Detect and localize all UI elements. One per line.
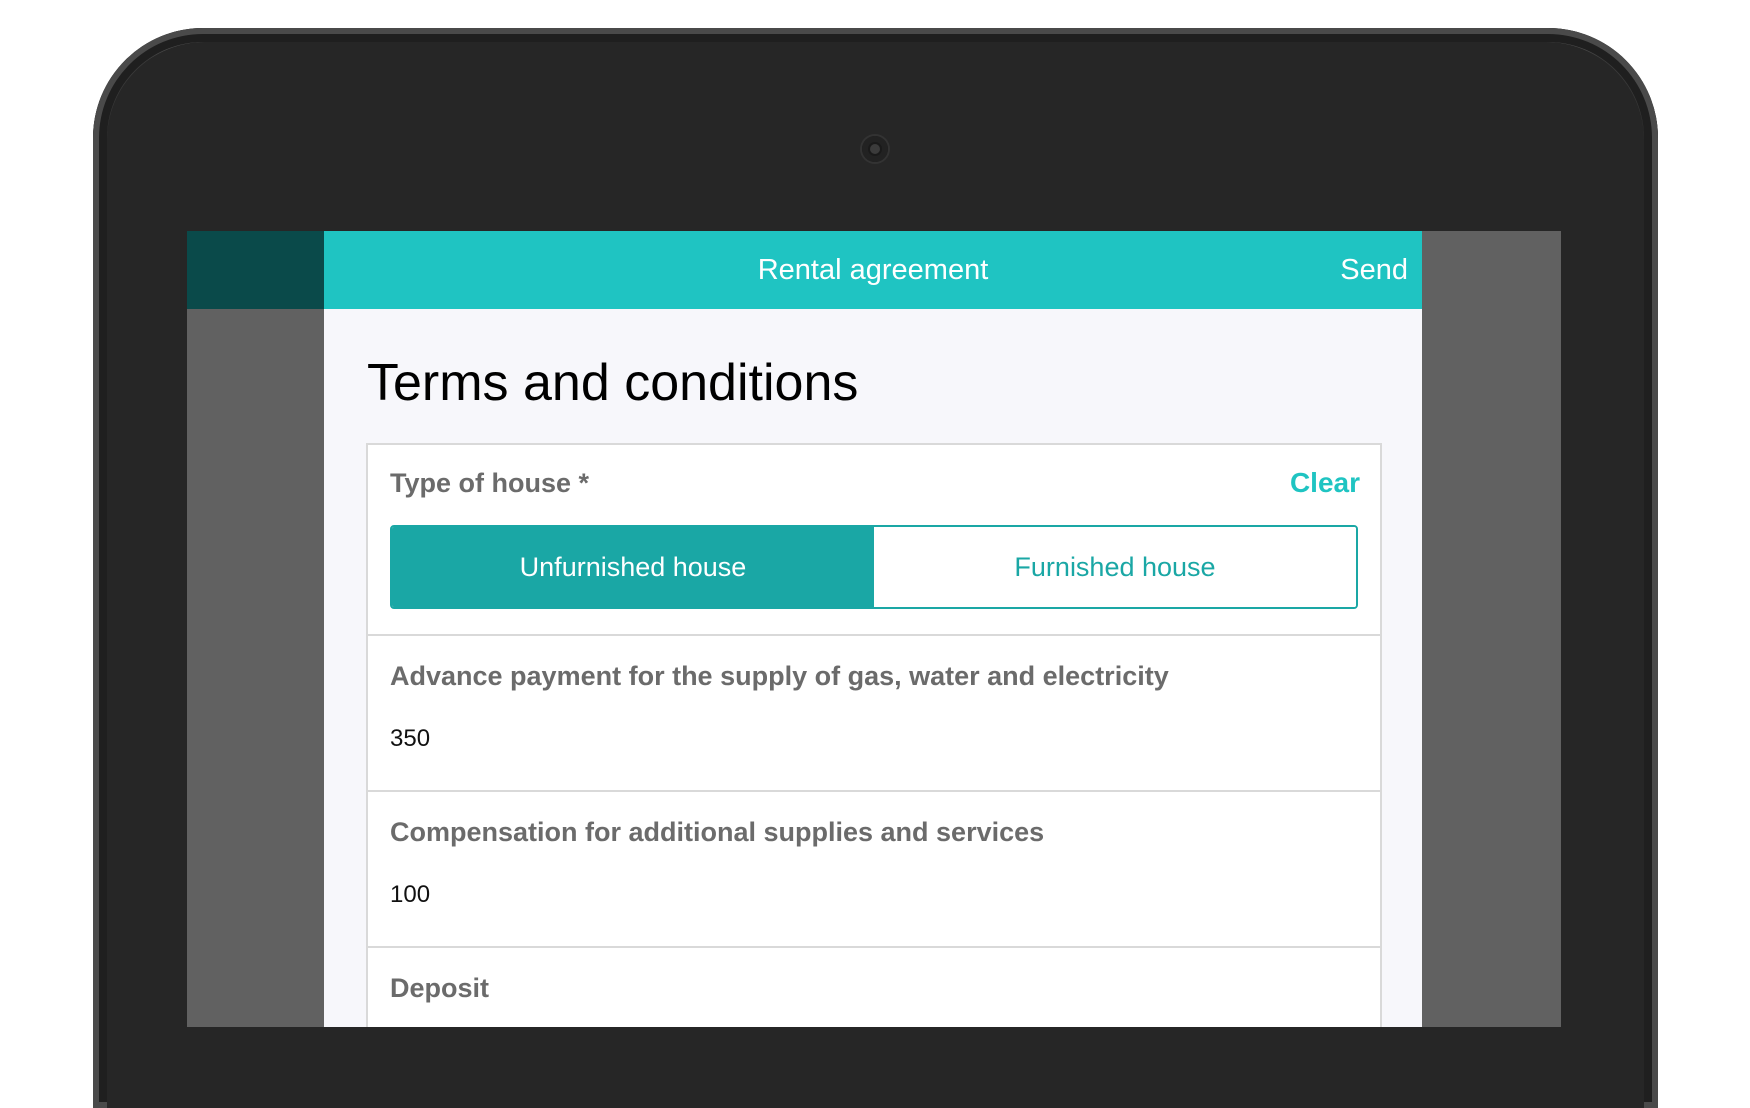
sidebar-header <box>187 231 324 309</box>
send-button[interactable]: Send <box>1340 253 1408 287</box>
type-of-house-label: Type of house * <box>390 468 590 498</box>
type-of-house-section: Type of house * Clear Unfurnished house … <box>368 445 1380 636</box>
camera-icon <box>862 136 888 162</box>
house-type-selector: Unfurnished house Furnished house <box>390 525 1358 609</box>
advance-payment-label: Advance payment for the supply of gas, w… <box>390 661 1169 691</box>
compensation-label: Compensation for additional supplies and… <box>390 817 1045 847</box>
advance-payment-value[interactable]: 350 <box>390 725 430 753</box>
main-panel: Rental agreement Send Terms and conditio… <box>324 231 1422 1027</box>
deposit-section[interactable]: Deposit <box>368 948 1380 1027</box>
unfurnished-house-option[interactable]: Unfurnished house <box>392 527 874 607</box>
clear-button[interactable]: Clear <box>1290 467 1360 499</box>
page-title: Terms and conditions <box>367 354 859 412</box>
header-title: Rental agreement <box>757 254 989 286</box>
compensation-value[interactable]: 100 <box>390 881 430 909</box>
deposit-label: Deposit <box>390 973 490 1003</box>
app-header: Rental agreement Send <box>324 231 1422 309</box>
compensation-section[interactable]: Compensation for additional supplies and… <box>368 792 1380 948</box>
tablet-screen: Rental agreement Send Terms and conditio… <box>187 231 1561 1027</box>
terms-form: Type of house * Clear Unfurnished house … <box>366 443 1382 1027</box>
advance-payment-section[interactable]: Advance payment for the supply of gas, w… <box>368 636 1380 792</box>
furnished-house-option[interactable]: Furnished house <box>874 527 1356 607</box>
